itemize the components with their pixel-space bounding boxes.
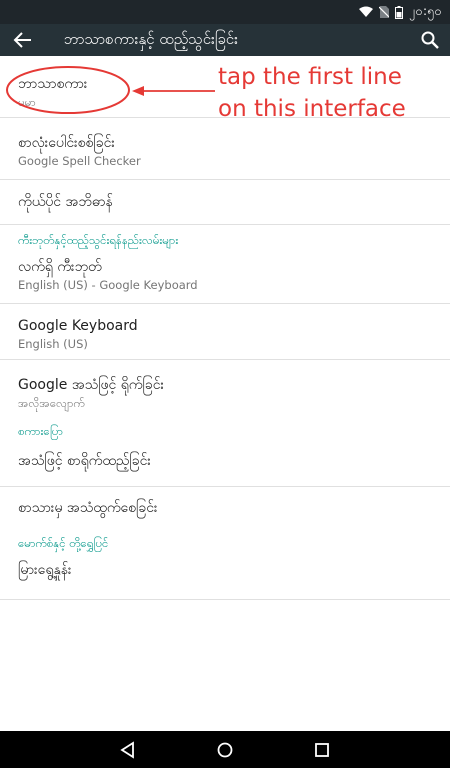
google-keyboard-item[interactable]: Google Keyboard English (US) bbox=[0, 304, 450, 360]
status-time: ၂၀:၅၀ bbox=[409, 4, 442, 18]
voice-input-item[interactable]: အသံဖြင့် စာရိုက်ထည့်ခြင်း bbox=[0, 444, 450, 487]
current-keyboard-title: လက်ရှိ ကီးဘုတ် bbox=[18, 259, 102, 275]
home-nav-icon[interactable] bbox=[215, 740, 235, 760]
back-nav-icon[interactable] bbox=[118, 740, 138, 760]
app-bar: ဘာသာစကားနှင့် ထည့်သွင်းခြင်း bbox=[0, 24, 450, 56]
settings-list: ဘာသာစကား မမာ စာလုံးပေါင်းစစ်ခြင်း Google… bbox=[0, 57, 450, 600]
status-bar: ၂၀:၅၀ bbox=[0, 0, 450, 24]
personal-dictionary-title: ကိုယ်ပိုင် အဘိဓာန် bbox=[18, 194, 113, 210]
page-title: ဘာသာစကားနှင့် ထည့်သွင်းခြင်း bbox=[64, 30, 238, 48]
pointer-speed-title: မြားရွေ့နှုန်း bbox=[18, 562, 72, 578]
voice-input-title: အသံဖြင့် စာရိုက်ထည့်ခြင်း bbox=[18, 453, 151, 469]
current-keyboard-subtitle: English (US) - Google Keyboard bbox=[18, 278, 198, 292]
annotation-text: tap the first line on this interface bbox=[218, 64, 406, 122]
battery-icon bbox=[395, 5, 404, 19]
current-keyboard-item[interactable]: လက်ရှိ ကီးဘုတ် English (US) - Google Key… bbox=[0, 249, 450, 304]
recents-nav-icon[interactable] bbox=[312, 740, 332, 760]
wifi-icon bbox=[359, 6, 374, 17]
pointer-speed-item[interactable]: မြားရွေ့နှုန်း bbox=[0, 554, 450, 600]
spell-checker-title: စာလုံးပေါင်းစစ်ခြင်း bbox=[18, 135, 115, 151]
google-voice-typing-item[interactable]: Google အသံဖြင့် ရိုက်ခြင်း အလိုအလျောက် bbox=[0, 360, 450, 420]
section-header-speech: စကားပြော bbox=[18, 424, 64, 438]
google-keyboard-title: Google Keyboard bbox=[18, 318, 138, 334]
spell-checker-subtitle: Google Spell Checker bbox=[18, 154, 141, 168]
status-icons: ၂၀:၅၀ bbox=[359, 3, 442, 21]
text-to-speech-title: စာသားမှ အသံထွက်စေခြင်း bbox=[18, 500, 158, 516]
spell-checker-item[interactable]: စာလုံးပေါင်းစစ်ခြင်း Google Spell Checke… bbox=[0, 118, 450, 180]
search-icon[interactable] bbox=[420, 30, 440, 50]
no-sim-icon bbox=[379, 6, 390, 18]
text-to-speech-item[interactable]: စာသားမှ အသံထွက်စေခြင်း bbox=[0, 487, 450, 530]
google-voice-typing-title: Google အသံဖြင့် ရိုက်ခြင်း bbox=[18, 377, 165, 393]
back-arrow-icon[interactable] bbox=[13, 31, 33, 49]
section-header-keyboard: ကီးဘုတ်နှင့်ထည့်သွင်းရန်နည်းလမ်းများ bbox=[18, 233, 179, 247]
google-keyboard-subtitle: English (US) bbox=[18, 337, 88, 351]
personal-dictionary-item[interactable]: ကိုယ်ပိုင် အဘိဓာန် bbox=[0, 180, 450, 225]
section-header-mouse: မောက်စ်နှင့် တို့ရွှေပြင် bbox=[18, 536, 109, 550]
navigation-bar bbox=[0, 731, 450, 768]
google-voice-typing-subtitle: အလိုအလျောက် bbox=[18, 396, 85, 410]
